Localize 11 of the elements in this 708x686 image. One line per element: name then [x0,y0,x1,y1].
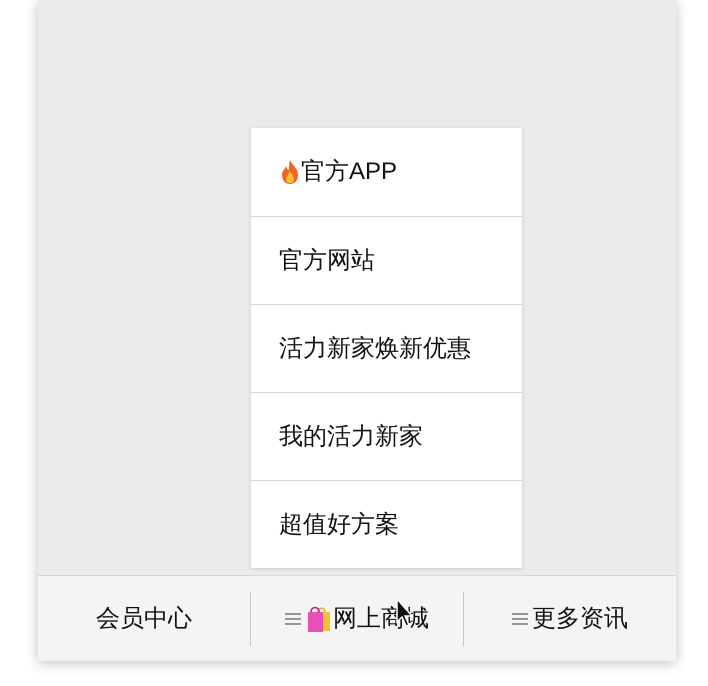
shopping-bags-icon [305,604,333,632]
menu-item[interactable]: 超值好方案 [251,480,522,568]
menu-item[interactable]: 活力新家焕新优惠 [251,304,522,392]
tab-button[interactable]: 会员中心 [96,600,192,636]
menu-item[interactable]: 我的活力新家 [251,392,522,480]
menu-item[interactable]: 官方APP [251,128,522,216]
menu-item[interactable]: 官方网站 [251,216,522,304]
fire-icon [279,159,301,185]
tab-button[interactable]: 更多资讯 [512,600,628,636]
menu-icon [285,612,301,624]
menu-icon [512,612,528,624]
